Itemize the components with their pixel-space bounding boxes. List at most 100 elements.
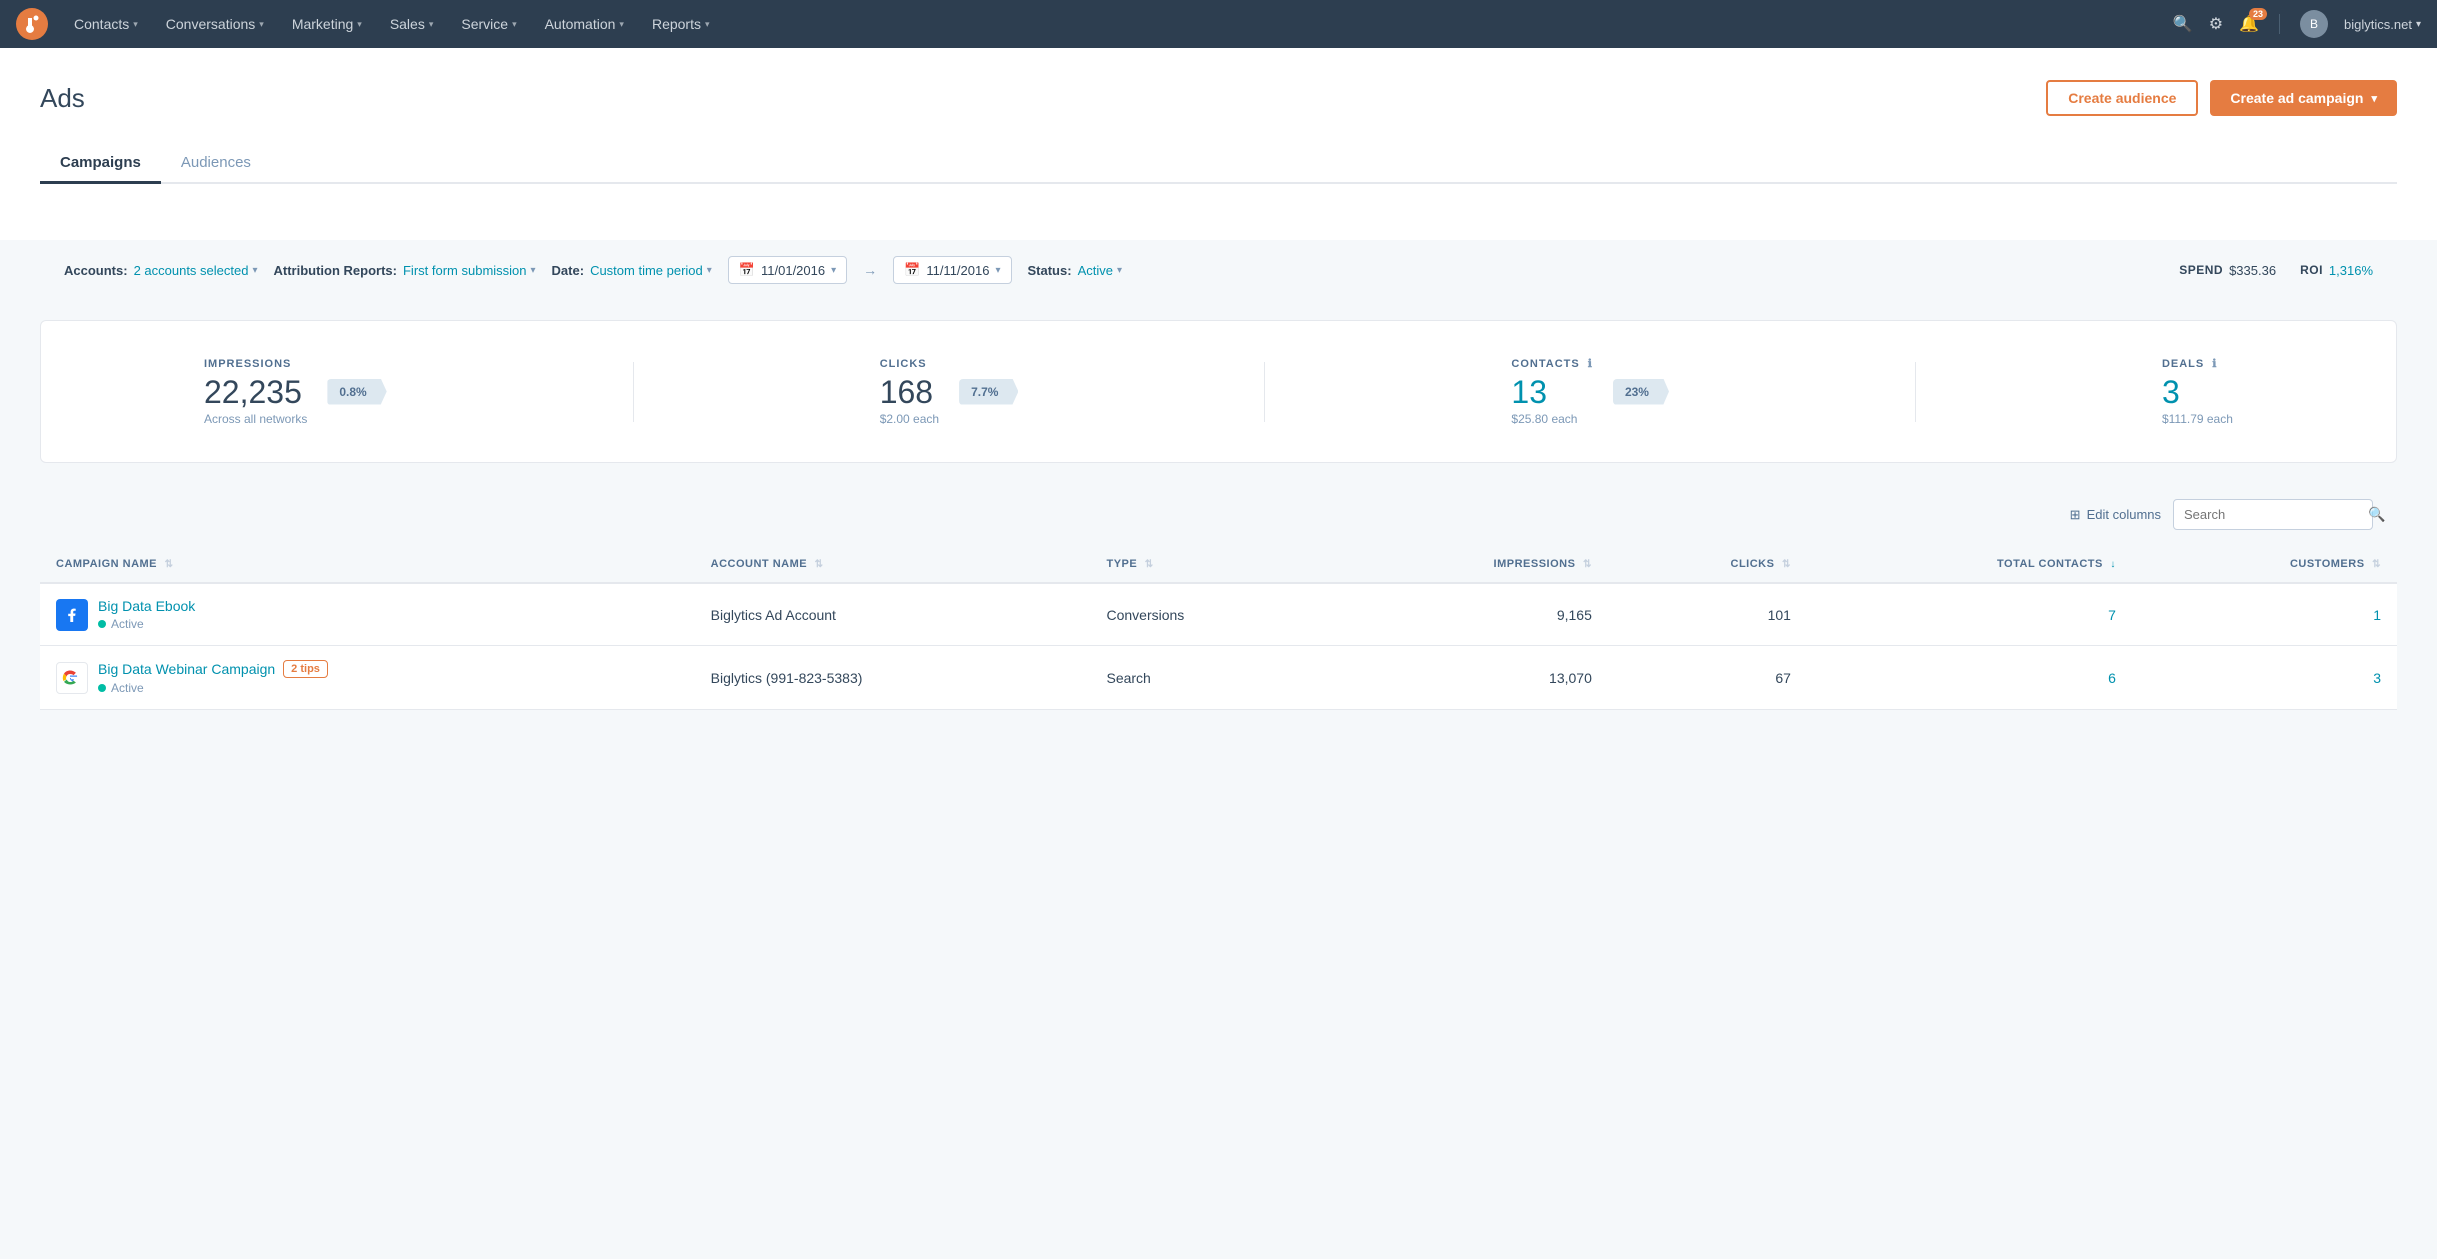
- contacts-link[interactable]: 7: [2108, 607, 2116, 623]
- calendar-icon: 📅: [904, 262, 920, 278]
- customers-cell: 3: [2132, 646, 2397, 710]
- accounts-dropdown[interactable]: 2 accounts selected ▾: [134, 263, 258, 278]
- create-audience-button[interactable]: Create audience: [2046, 80, 2198, 116]
- search-icon[interactable]: 🔍: [2173, 14, 2193, 34]
- sort-icon: ⇅: [1145, 559, 1154, 570]
- nav-reports[interactable]: Reports ▾: [638, 0, 724, 48]
- status-active-dot: [98, 684, 106, 692]
- nav-sales[interactable]: Sales ▾: [376, 0, 448, 48]
- top-navigation: Contacts ▾ Conversations ▾ Marketing ▾ S…: [0, 0, 2437, 48]
- nav-marketing[interactable]: Marketing ▾: [278, 0, 376, 48]
- campaign-status: Active: [98, 617, 195, 631]
- campaigns-table: CAMPAIGN NAME ⇅ ACCOUNT NAME ⇅ TYPE ⇅ IM…: [40, 546, 2397, 710]
- chevron-down-icon: ▾: [831, 265, 836, 276]
- clicks-badge: 7.7%: [959, 379, 1018, 405]
- campaign-status: Active: [98, 681, 328, 695]
- customers-cell: 1: [2132, 583, 2397, 646]
- clicks-cell: 101: [1608, 583, 1807, 646]
- chevron-down-icon: ▾: [531, 265, 536, 276]
- tips-badge[interactable]: 2 tips: [283, 660, 328, 678]
- nav-automation[interactable]: Automation ▾: [531, 0, 638, 48]
- user-menu[interactable]: biglytics.net ▾: [2344, 17, 2421, 32]
- chevron-down-icon: ▾: [259, 19, 264, 30]
- table-row: Big Data Webinar Campaign 2 tips Active …: [40, 646, 2397, 710]
- sort-icon: ⇅: [815, 559, 824, 570]
- facebook-icon: [56, 599, 88, 631]
- chevron-down-icon: ▾: [995, 265, 1000, 276]
- col-campaign-name[interactable]: CAMPAIGN NAME ⇅: [40, 546, 695, 583]
- chevron-down-icon: ▾: [707, 265, 712, 276]
- page-title: Ads: [40, 83, 85, 114]
- date-range-dropdown[interactable]: Custom time period ▾: [590, 263, 712, 278]
- edit-columns-button[interactable]: ⊞ Edit columns: [2070, 507, 2161, 523]
- notifications-button[interactable]: 🔔 23: [2239, 14, 2259, 34]
- date-from-button[interactable]: 📅 11/01/2016 ▾: [728, 256, 847, 284]
- customers-link[interactable]: 1: [2373, 607, 2381, 623]
- col-total-contacts[interactable]: TOTAL CONTACTS ↓: [1807, 546, 2132, 583]
- campaign-name-cell: Big Data Webinar Campaign 2 tips Active: [40, 646, 695, 710]
- chevron-down-icon: ▾: [512, 19, 517, 30]
- google-icon: [56, 662, 88, 694]
- date-filter: Date: Custom time period ▾: [552, 263, 712, 278]
- campaign-link[interactable]: Big Data Ebook: [98, 598, 195, 614]
- info-icon[interactable]: ℹ: [1588, 358, 1593, 370]
- search-input[interactable]: [2184, 500, 2360, 529]
- contacts-link[interactable]: 6: [2108, 670, 2116, 686]
- account-name-cell: Biglytics Ad Account: [695, 583, 1091, 646]
- contacts-cell: 6: [1807, 646, 2132, 710]
- settings-icon[interactable]: ⚙: [2209, 14, 2223, 34]
- nav-conversations[interactable]: Conversations ▾: [152, 0, 278, 48]
- clicks-metric: CLICKS 168 $2.00 each 7.7%: [880, 358, 1019, 426]
- accounts-filter: Accounts: 2 accounts selected ▾: [64, 263, 258, 278]
- status-active-dot: [98, 620, 106, 628]
- col-customers[interactable]: CUSTOMERS ⇅: [2132, 546, 2397, 583]
- tab-audiences[interactable]: Audiences: [161, 144, 271, 184]
- date-range-arrow: →: [863, 262, 877, 278]
- col-clicks[interactable]: CLICKS ⇅: [1608, 546, 1807, 583]
- nav-items: Contacts ▾ Conversations ▾ Marketing ▾ S…: [60, 0, 2173, 48]
- header-actions: Create audience Create ad campaign ▾: [2046, 80, 2397, 116]
- col-account-name[interactable]: ACCOUNT NAME ⇅: [695, 546, 1091, 583]
- chevron-down-icon: ▾: [357, 19, 362, 30]
- chevron-down-icon: ▾: [429, 19, 434, 30]
- chevron-down-icon: ▾: [2416, 19, 2421, 30]
- sort-icon: ⇅: [2372, 559, 2381, 570]
- col-type[interactable]: TYPE ⇅: [1090, 546, 1327, 583]
- clicks-cell: 67: [1608, 646, 1807, 710]
- nav-contacts[interactable]: Contacts ▾: [60, 0, 152, 48]
- attribution-filter: Attribution Reports: First form submissi…: [274, 263, 536, 278]
- metric-divider: [633, 362, 634, 422]
- avatar[interactable]: B: [2300, 10, 2328, 38]
- hubspot-logo[interactable]: [16, 8, 48, 40]
- status-dropdown[interactable]: Active ▾: [1078, 263, 1122, 278]
- search-box: 🔍: [2173, 499, 2373, 530]
- main-content: Ads Create audience Create ad campaign ▾…: [0, 48, 2437, 240]
- campaign-link[interactable]: Big Data Webinar Campaign: [98, 661, 275, 677]
- attribution-dropdown[interactable]: First form submission ▾: [403, 263, 536, 278]
- nav-service[interactable]: Service ▾: [447, 0, 530, 48]
- metric-divider-2: [1264, 362, 1265, 422]
- contacts-metric: CONTACTS ℹ 13 $25.80 each 23%: [1511, 357, 1669, 426]
- chevron-down-icon: ▾: [133, 19, 138, 30]
- col-impressions[interactable]: IMPRESSIONS ⇅: [1327, 546, 1608, 583]
- type-cell: Conversions: [1090, 583, 1327, 646]
- type-cell: Search: [1090, 646, 1327, 710]
- info-icon[interactable]: ℹ: [2212, 358, 2217, 370]
- metric-divider-3: [1915, 362, 1916, 422]
- metrics-card: IMPRESSIONS 22,235 Across all networks 0…: [40, 320, 2397, 463]
- columns-icon: ⊞: [2070, 507, 2081, 523]
- chevron-down-icon: ▾: [1117, 265, 1122, 276]
- content-area: Accounts: 2 accounts selected ▾ Attribut…: [0, 240, 2437, 750]
- notification-count: 23: [2249, 8, 2267, 20]
- create-campaign-button[interactable]: Create ad campaign ▾: [2210, 80, 2397, 116]
- table-row: Big Data Ebook Active Biglytics Ad Accou…: [40, 583, 2397, 646]
- date-to-button[interactable]: 📅 11/11/2016 ▾: [893, 256, 1011, 284]
- contacts-cell: 7: [1807, 583, 2132, 646]
- tab-campaigns[interactable]: Campaigns: [40, 144, 161, 184]
- chevron-down-icon: ▾: [705, 19, 710, 30]
- impressions-cell: 9,165: [1327, 583, 1608, 646]
- chevron-down-icon: ▾: [2371, 92, 2377, 105]
- nav-divider: [2279, 14, 2280, 34]
- customers-link[interactable]: 3: [2373, 670, 2381, 686]
- page-header: Ads Create audience Create ad campaign ▾: [40, 80, 2397, 116]
